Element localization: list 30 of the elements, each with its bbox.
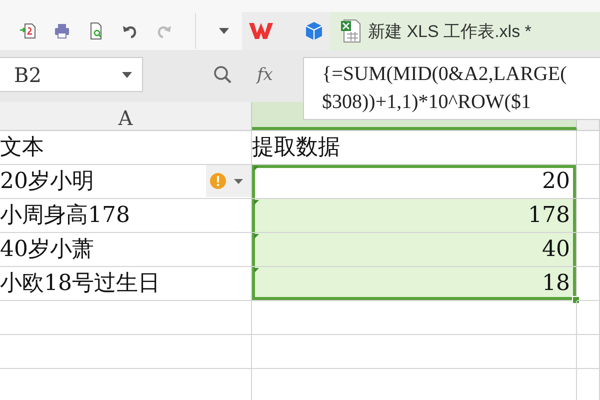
- caret-icon[interactable]: [218, 27, 230, 35]
- table-cell: [577, 335, 600, 369]
- caret-icon[interactable]: [234, 178, 243, 184]
- table-cell: [577, 267, 600, 301]
- table-cell-text: 小周身高178: [0, 202, 130, 230]
- table-cell: 178: [252, 199, 577, 233]
- table-cell: 18: [252, 267, 577, 301]
- table-cell: [577, 165, 600, 199]
- table-cell: 40: [252, 233, 577, 267]
- table-cell: [577, 301, 600, 335]
- export-icon[interactable]: [19, 22, 37, 40]
- warning-icon: [210, 173, 226, 189]
- spreadsheet-icon: [340, 19, 362, 43]
- table-cell-text: 40岁小萧: [0, 236, 94, 264]
- function-button[interactable]: fx: [257, 64, 273, 84]
- print-icon[interactable]: [53, 22, 71, 40]
- zoom-icon[interactable]: [213, 64, 233, 84]
- caret-icon[interactable]: [122, 72, 132, 78]
- cube-icon[interactable]: [304, 21, 324, 41]
- table-cell-text: 20岁小明: [0, 168, 94, 196]
- table-cell: 20: [252, 165, 577, 199]
- formula-field[interactable]: {=SUM(MID(0&A2,LARGE( $308))+1,1)*10^ROW($1: [303, 57, 600, 120]
- table-cell: [577, 233, 600, 267]
- w-logo-icon[interactable]: [248, 21, 274, 41]
- name-box[interactable]: B2: [0, 57, 143, 92]
- document-tab[interactable]: 新建 XLS 工作表.xls *: [330, 12, 600, 50]
- table-cell-text: 文本: [0, 134, 44, 162]
- fill-handle[interactable]: [572, 296, 580, 304]
- table-cell: [577, 199, 600, 233]
- table-cell-text: 小欧18号过生日: [0, 270, 160, 298]
